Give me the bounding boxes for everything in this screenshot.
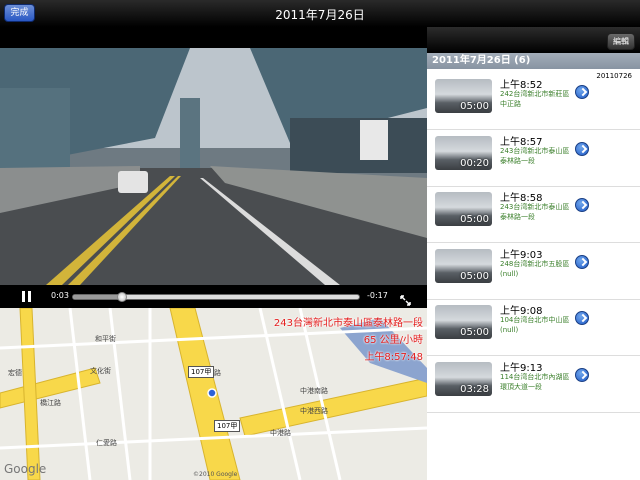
clip-row[interactable]: 05:00 上午8:58 243台湾新北市泰山區泰林路一段 (427, 187, 640, 243)
map-copyright: ©2010 Google (193, 471, 238, 478)
map-label: 仁愛路 (96, 439, 117, 447)
map-label: 和平街 (95, 335, 116, 343)
overlay-time: 上午8:57:48 (364, 352, 423, 363)
clip-address: 104台湾台北市中山區(null) (500, 316, 570, 334)
elapsed-time: 0:03 (51, 291, 69, 300)
clip-duration: 05:00 (460, 270, 489, 282)
map-label: 中港南路 (300, 387, 328, 395)
clip-thumbnail: 05:00 (435, 305, 492, 339)
video-frame (0, 48, 427, 285)
clip-address: 114台湾台北市內湖區環頂大道一段 (500, 372, 570, 391)
clip-address: 242台湾新北市新莊區中正路 (500, 90, 570, 108)
scrubber-knob[interactable] (116, 292, 127, 302)
clip-duration: 03:28 (460, 383, 489, 395)
clip-duration: 05:00 (460, 101, 489, 112)
map-label: 中港西路 (300, 407, 328, 415)
clip-thumbnail: 05:00 (435, 248, 492, 283)
clip-row[interactable]: 03:28 上午9:13 114台湾台北市內湖區環頂大道一段 (427, 357, 640, 413)
clip-list-panel: 編輯 2011年7月26日 (6) 20110726 05:00 上午8:52 24… (427, 27, 640, 480)
clip-row[interactable]: 00:20 上午8:57 243台湾新北市泰山區泰林路一段 (427, 131, 640, 187)
clip-duration: 00:20 (460, 157, 489, 169)
clip-duration: 05:00 (460, 327, 489, 338)
google-logo: Google (4, 462, 47, 476)
clip-row[interactable]: 05:00 上午9:08 104台湾台北市中山區(null) (427, 300, 640, 356)
disclosure-arrow-icon[interactable] (575, 254, 589, 269)
disclosure-arrow-icon[interactable] (575, 198, 589, 212)
map-view[interactable]: 和平街 宏德 文化街 橋江路 中港西路 中港南路 中港路 新泰路 仁愛路 107… (0, 308, 427, 480)
page-title: 2011年7月26日 (275, 8, 365, 22)
map-label: 中港路 (270, 429, 291, 437)
playback-controls: 0:03 -0:17 (0, 285, 427, 308)
clip-address: 243台湾新北市泰山區泰林路一段 (500, 146, 570, 165)
disclosure-arrow-icon[interactable] (575, 141, 589, 156)
clip-thumbnail: 03:28 (435, 361, 492, 396)
disclosure-arrow-icon[interactable] (575, 367, 589, 382)
clip-row[interactable]: 05:00 上午8:52 242台湾新北市新莊區中正路 (427, 74, 640, 130)
clip-address: 243台湾新北市泰山區泰林路一段 (500, 203, 570, 221)
scrubber-fill (73, 295, 122, 299)
pause-icon[interactable] (22, 291, 31, 302)
map-label: 文化街 (90, 367, 111, 375)
scrubber[interactable] (72, 292, 360, 302)
route-shield: 107甲 (188, 366, 215, 378)
clip-duration: 05:00 (460, 214, 489, 225)
clip-thumbnail: 05:00 (435, 79, 492, 113)
overlay-address: 243台灣新北市泰山區泰林路一段 (273, 318, 423, 329)
clip-row[interactable]: 05:00 上午9:03 248台湾新北市五股區(null) (427, 244, 640, 300)
overlay-speed: 65 公里/小時 (363, 335, 423, 346)
remaining-time: -0:17 (367, 291, 388, 300)
sidebar-header: 編輯 (427, 27, 640, 53)
route-shield: 107甲 (214, 420, 241, 432)
clip-thumbnail: 05:00 (435, 192, 492, 226)
clip-address: 248台湾新北市五股區(null) (500, 259, 570, 278)
top-bar: 完成 2011年7月26日 (0, 0, 640, 27)
edit-button[interactable]: 編輯 (607, 33, 635, 50)
video-player[interactable] (0, 48, 427, 285)
disclosure-arrow-icon[interactable] (575, 85, 589, 99)
section-header: 2011年7月26日 (6) (427, 53, 640, 69)
fullscreen-icon[interactable] (400, 291, 411, 306)
map-label: 宏德 (8, 369, 22, 377)
disclosure-arrow-icon[interactable] (575, 311, 589, 325)
clip-thumbnail: 00:20 (435, 135, 492, 170)
map-label: 橋江路 (40, 399, 61, 407)
